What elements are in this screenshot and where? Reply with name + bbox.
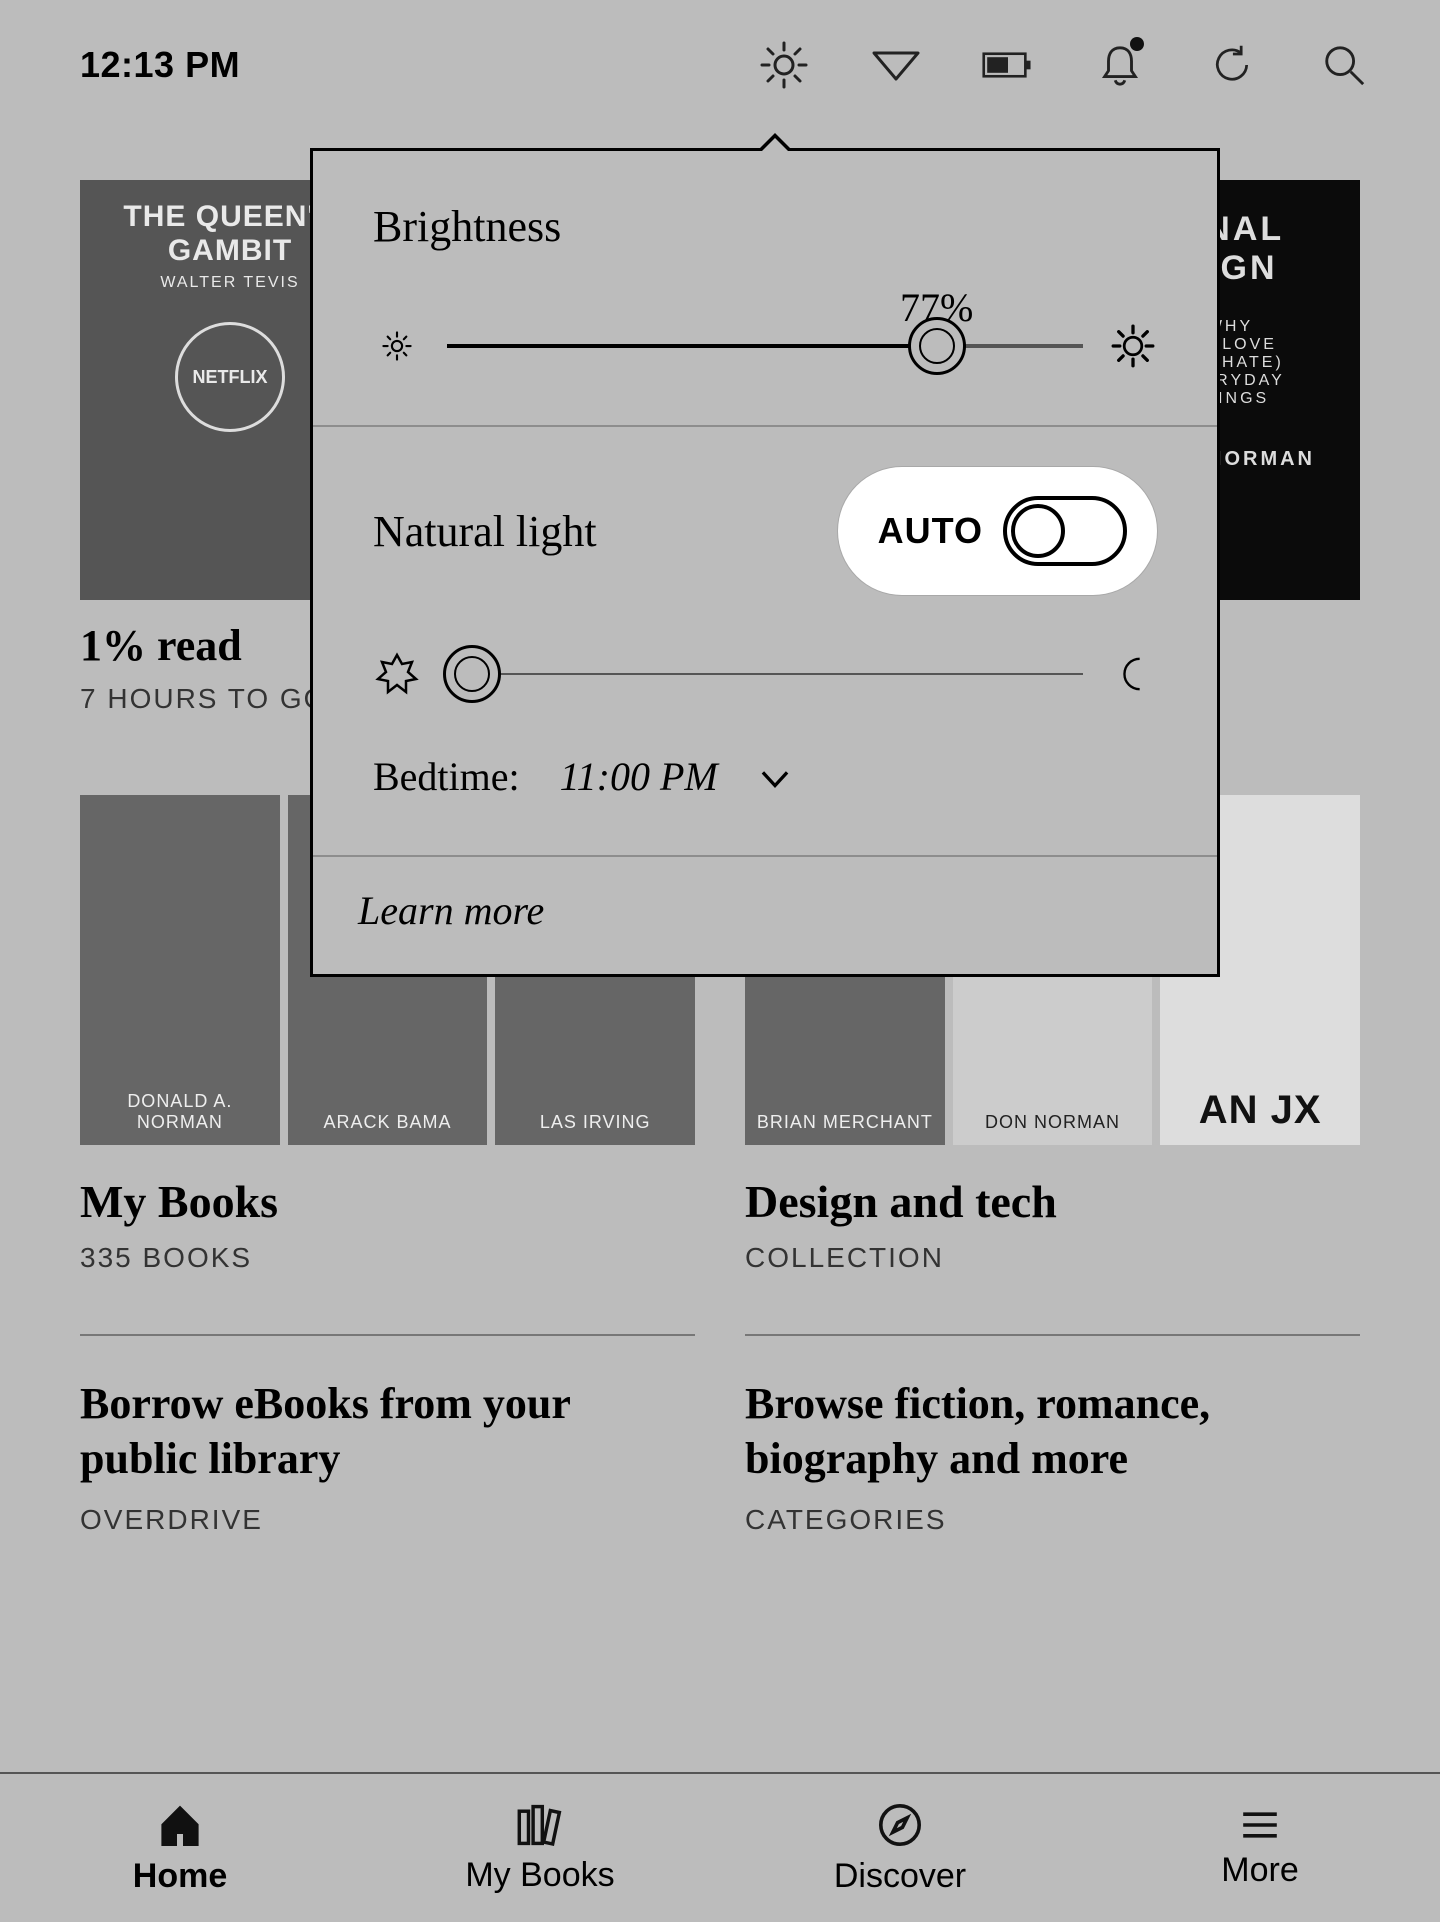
cover-badge: NETFLIX: [175, 322, 285, 432]
books-icon: [512, 1802, 568, 1848]
tab-label: Home: [133, 1857, 227, 1896]
link-subtitle: CATEGORIES: [745, 1504, 1360, 1536]
brightness-title: Brightness: [373, 201, 1157, 252]
auto-label: AUTO: [878, 510, 983, 552]
wifi-icon[interactable]: [870, 39, 922, 91]
brightness-thumb[interactable]: [908, 317, 966, 375]
auto-switch[interactable]: [1003, 496, 1127, 566]
moon-icon: [1109, 650, 1157, 698]
tab-label: My Books: [465, 1856, 614, 1895]
sync-icon[interactable]: [1206, 39, 1258, 91]
tab-label: Discover: [834, 1857, 966, 1896]
tab-my-books[interactable]: My Books: [360, 1774, 720, 1922]
natural-light-title: Natural light: [373, 506, 597, 557]
overdrive-link[interactable]: Borrow eBooks from your public library O…: [80, 1334, 695, 1536]
sun-outline-icon: [373, 650, 421, 698]
learn-more-link[interactable]: Learn more: [313, 857, 1217, 974]
natural-light-slider[interactable]: [373, 650, 1157, 698]
tab-bar: Home My Books Discover More: [0, 1772, 1440, 1922]
link-title: Borrow eBooks from your public library: [80, 1376, 695, 1486]
auto-toggle[interactable]: AUTO: [838, 467, 1157, 595]
section-subtitle: COLLECTION: [745, 1242, 1360, 1274]
brightness-icon[interactable]: [758, 39, 810, 91]
brightness-track[interactable]: 77%: [447, 344, 1083, 348]
link-subtitle: OVERDRIVE: [80, 1504, 695, 1536]
battery-icon[interactable]: [982, 39, 1034, 91]
bedtime-row[interactable]: Bedtime: 11:00 PM: [373, 753, 1157, 800]
tab-discover[interactable]: Discover: [720, 1774, 1080, 1922]
status-bar: 12:13 PM: [0, 0, 1440, 130]
brightness-slider[interactable]: 77%: [373, 322, 1157, 370]
tab-home[interactable]: Home: [0, 1774, 360, 1922]
bedtime-value: 11:00 PM: [560, 753, 718, 800]
cover-author: WALTER TEVIS: [160, 274, 299, 292]
natural-light-track[interactable]: [447, 673, 1083, 675]
switch-knob: [1011, 504, 1065, 558]
section-title: Design and tech: [745, 1175, 1360, 1228]
categories-link[interactable]: Browse fiction, romance, biography and m…: [745, 1334, 1360, 1536]
section-title: My Books: [80, 1175, 695, 1228]
search-icon[interactable]: [1318, 39, 1370, 91]
home-icon: [156, 1801, 204, 1849]
bedtime-label: Bedtime:: [373, 753, 520, 800]
status-time: 12:13 PM: [80, 44, 240, 86]
book-cover[interactable]: DONALD A. NORMAN: [80, 795, 280, 1145]
tab-label: More: [1221, 1851, 1298, 1890]
sun-high-icon: [1109, 322, 1157, 370]
tab-more[interactable]: More: [1080, 1774, 1440, 1922]
menu-icon: [1236, 1807, 1284, 1843]
natural-light-thumb[interactable]: [443, 645, 501, 703]
notifications-icon[interactable]: [1094, 39, 1146, 91]
chevron-down-icon: [758, 753, 792, 800]
status-icons: [758, 39, 1370, 91]
compass-icon: [876, 1801, 924, 1849]
sun-low-icon: [373, 322, 421, 370]
section-subtitle: 335 BOOKS: [80, 1242, 695, 1274]
brightness-popover: Brightness 77% Natural light AUTO: [310, 148, 1220, 977]
link-title: Browse fiction, romance, biography and m…: [745, 1376, 1360, 1486]
